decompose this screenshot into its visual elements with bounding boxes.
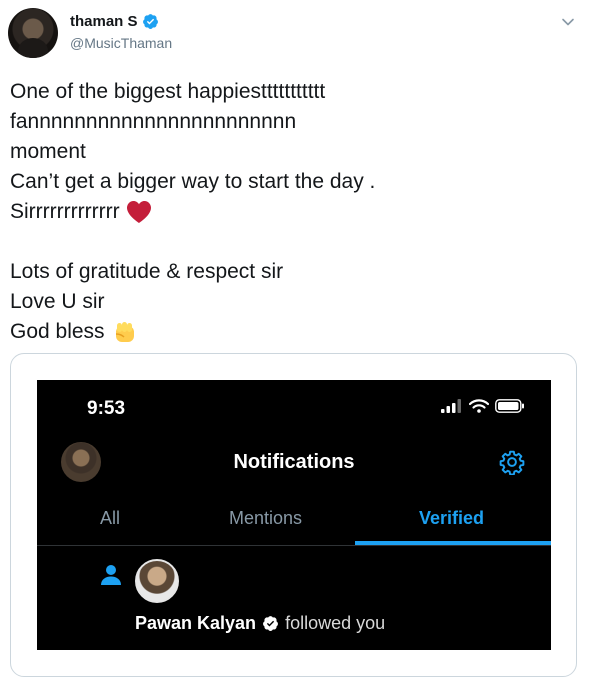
tab-verified[interactable]: Verified (419, 508, 484, 529)
tweet-line: Lots of gratitude & respect sir (10, 260, 284, 283)
tweet-text: One of the biggest happiesttttttttttt fa… (10, 77, 570, 347)
phone-screenshot: 9:53 Notifications All Mentions Verified… (37, 380, 551, 650)
status-time: 9:53 (87, 398, 126, 419)
author-name-row: thaman S (70, 13, 159, 30)
tweet-line: fannnnnnnnnnnnnnnnnnnnnnn (10, 110, 297, 133)
media-card[interactable]: 9:53 Notifications All Mentions Verified… (10, 353, 577, 677)
status-icons (441, 399, 525, 413)
gear-icon[interactable] (499, 449, 525, 475)
tweet-line: Love U sir (10, 290, 105, 313)
author-avatar[interactable] (8, 8, 58, 58)
battery-icon (495, 399, 524, 413)
red-heart-icon (126, 201, 151, 224)
tweet-line-with-fist: God bless (10, 317, 570, 347)
follower-name[interactable]: Pawan Kalyan (135, 613, 256, 634)
signal-icon (441, 399, 461, 413)
notification-item[interactable]: Pawan Kalyan followed you (135, 613, 385, 634)
person-follow-icon (101, 565, 121, 585)
tweet-line: One of the biggest happiesttttttttttt (10, 80, 326, 103)
follow-action-text: followed you (285, 613, 386, 633)
tab-mentions[interactable]: Mentions (229, 508, 302, 529)
active-tab-indicator (355, 541, 551, 545)
tweet-header: thaman S @MusicThaman (0, 0, 590, 70)
author-display-name[interactable]: thaman S (70, 13, 138, 30)
verified-badge-icon (263, 616, 278, 631)
notification-tabs: All Mentions Verified (37, 496, 551, 546)
follower-avatar[interactable] (135, 559, 179, 603)
tweet-line-with-heart: Sirrrrrrrrrrrrr (10, 197, 570, 227)
tab-all[interactable]: All (100, 508, 120, 529)
verified-badge-icon (142, 14, 158, 29)
author-handle[interactable]: @MusicThaman (70, 35, 172, 51)
tweet-line-text: God bless (10, 320, 105, 343)
tweet-line: moment (10, 140, 86, 163)
tweet-line-text: Sirrrrrrrrrrrrr (10, 200, 120, 223)
tweet-line: Can’t get a bigger way to start the day … (10, 170, 376, 193)
raised-fist-icon (115, 322, 134, 343)
notifications-title: Notifications (233, 451, 355, 473)
wifi-icon (469, 399, 489, 413)
chevron-down-icon[interactable] (560, 14, 576, 30)
